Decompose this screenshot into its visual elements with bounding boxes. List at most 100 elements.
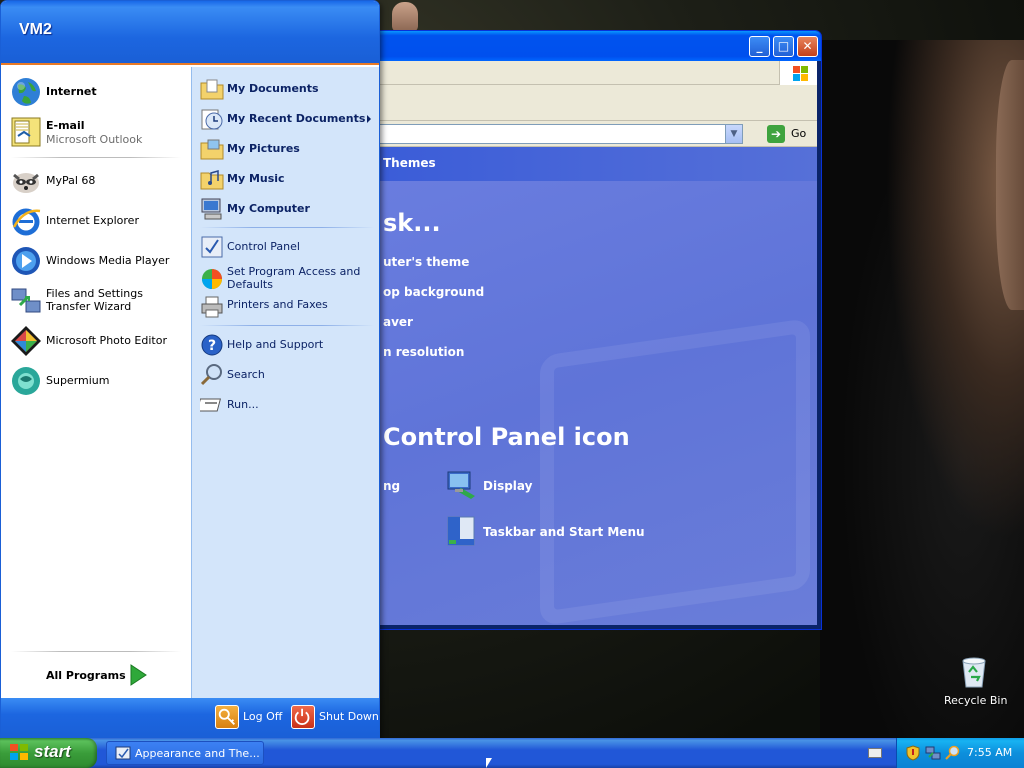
green-arrow-icon	[130, 664, 147, 686]
my-computer-label: My Computer	[227, 202, 310, 215]
windows-logo-icon	[779, 61, 817, 85]
recycle-bin-icon	[962, 657, 986, 688]
recycle-bin-label: Recycle Bin	[944, 694, 1008, 707]
computer-icon	[201, 198, 222, 220]
log-off-button[interactable]: Log Off	[215, 704, 285, 730]
start-menu-header: VM2	[1, 1, 379, 65]
go-arrow-icon: ➔	[767, 125, 785, 143]
transfer-wizard-icon	[11, 288, 41, 313]
right-item-my-computer[interactable]: My Computer	[192, 195, 379, 223]
right-item-program-access[interactable]: Set Program Access and Defaults	[192, 263, 379, 293]
run-icon	[200, 398, 222, 412]
printers-label: Printers and Faxes	[227, 298, 328, 311]
right-item-help[interactable]: ? Help and Support	[192, 331, 379, 359]
log-off-label: Log Off	[243, 710, 283, 723]
media-player-icon	[12, 247, 40, 275]
separator	[200, 325, 374, 326]
internet-explorer-icon	[12, 208, 41, 236]
all-programs-button[interactable]: All Programs	[1, 661, 191, 691]
mouse-pointer	[486, 758, 492, 768]
right-item-control-panel[interactable]: Control Panel	[192, 233, 379, 261]
right-item-printers[interactable]: Printers and Faxes	[192, 293, 379, 321]
task-link-background[interactable]: op background	[383, 285, 484, 299]
right-item-search[interactable]: Search	[192, 361, 379, 389]
outlook-icon	[11, 117, 41, 147]
my-music-label: My Music	[227, 172, 285, 185]
control-panel-window[interactable]: _ □ ✕ ▼ ➔ Go Themes sk... uter's theme o…	[360, 30, 822, 630]
start-menu-right-pane: My Documents My Recent Documents My Pict…	[191, 67, 379, 698]
raccoon-icon	[13, 173, 39, 193]
folder-pictures-icon	[200, 139, 224, 160]
right-item-run[interactable]: Run...	[192, 391, 379, 419]
maximize-button[interactable]: □	[773, 36, 794, 57]
search-label: Search	[227, 368, 265, 381]
right-item-my-music[interactable]: My Music	[192, 165, 379, 193]
shut-down-button[interactable]: Shut Down	[291, 704, 379, 730]
taskbar-start-menu-link[interactable]: Taskbar and Start Menu	[483, 525, 645, 539]
toolbar[interactable]	[365, 85, 817, 121]
program-mypal[interactable]: MyPal 68	[1, 164, 191, 198]
start-button[interactable]: start	[0, 738, 97, 768]
address-dropdown-button[interactable]: ▼	[725, 125, 742, 143]
go-button[interactable]: ➔ Go	[767, 124, 819, 144]
printer-icon	[201, 296, 223, 318]
program-access-label: Set Program Access and Defaults	[227, 265, 361, 291]
taskbar-start-menu-icon	[447, 516, 475, 546]
all-programs-label: All Programs	[46, 669, 126, 682]
search-tray-icon[interactable]	[945, 745, 961, 761]
program-internet-explorer[interactable]: Internet Explorer	[1, 204, 191, 238]
themes-link[interactable]: Themes	[383, 156, 436, 170]
address-bar[interactable]: ▼ ➔ Go	[365, 121, 817, 147]
separator	[11, 651, 181, 652]
display-link[interactable]: Display	[483, 479, 532, 493]
program-transfer-wizard[interactable]: Files and Settings Transfer Wizard	[1, 284, 191, 320]
start-label: start	[34, 742, 71, 761]
keyboard-icon[interactable]	[868, 748, 882, 758]
display-icon	[447, 471, 475, 499]
pick-task-heading: sk...	[383, 209, 441, 237]
my-documents-label: My Documents	[227, 82, 319, 95]
start-menu-footer: Log Off Shut Down	[1, 698, 379, 737]
separator	[11, 157, 181, 158]
program-access-icon	[202, 269, 222, 289]
program-photo-editor[interactable]: Microsoft Photo Editor	[1, 324, 191, 358]
globe-icon	[12, 78, 40, 106]
clock[interactable]: 7:55 AM	[967, 746, 1012, 759]
search-icon	[200, 364, 222, 386]
network-icon[interactable]	[925, 745, 941, 761]
photo-editor-icon	[11, 326, 41, 356]
taskbar-window-button[interactable]: Appearance and The...	[106, 741, 264, 765]
menu-bar[interactable]	[365, 61, 817, 85]
close-button[interactable]: ✕	[797, 36, 818, 57]
pinned-email[interactable]: E-mail Microsoft Outlook	[1, 115, 191, 151]
email-label: E-mail	[46, 119, 85, 132]
transfer-wizard-label: Files and Settings Transfer Wizard	[46, 287, 143, 313]
shut-down-label: Shut Down	[319, 710, 379, 723]
pinned-internet[interactable]: Internet	[1, 75, 191, 109]
mypal-label: MyPal 68	[46, 174, 96, 187]
address-input[interactable]: ▼	[365, 124, 743, 144]
security-shield-icon[interactable]	[905, 745, 921, 761]
window-titlebar[interactable]: _ □ ✕	[361, 31, 821, 61]
my-recent-documents-label: My Recent Documents	[227, 112, 366, 125]
help-icon: ?	[201, 334, 223, 356]
program-windows-media-player[interactable]: Windows Media Player	[1, 244, 191, 278]
right-item-my-recent-documents[interactable]: My Recent Documents	[192, 105, 379, 133]
right-item-my-documents[interactable]: My Documents	[192, 75, 379, 103]
cp-icon-partial[interactable]: ng	[383, 479, 400, 493]
power-icon	[291, 705, 315, 729]
wallpaper-hand	[392, 2, 418, 32]
start-menu[interactable]: VM2 Internet E-mail Microsoft Outlook My…	[0, 0, 380, 738]
email-sublabel: Microsoft Outlook	[46, 133, 143, 146]
task-link-theme[interactable]: uter's theme	[383, 255, 469, 269]
control-panel-content: Themes sk... uter's theme op background …	[365, 147, 817, 625]
right-item-my-pictures[interactable]: My Pictures	[192, 135, 379, 163]
task-link-resolution[interactable]: n resolution	[383, 345, 464, 359]
control-panel-window-icon	[115, 746, 131, 760]
task-link-screensaver[interactable]: aver	[383, 315, 413, 329]
user-name: VM2	[19, 21, 52, 38]
pick-icon-heading: Control Panel icon	[383, 423, 630, 451]
minimize-button[interactable]: _	[749, 36, 770, 57]
go-label: Go	[791, 127, 807, 140]
program-supermium[interactable]: Supermium	[1, 364, 191, 398]
